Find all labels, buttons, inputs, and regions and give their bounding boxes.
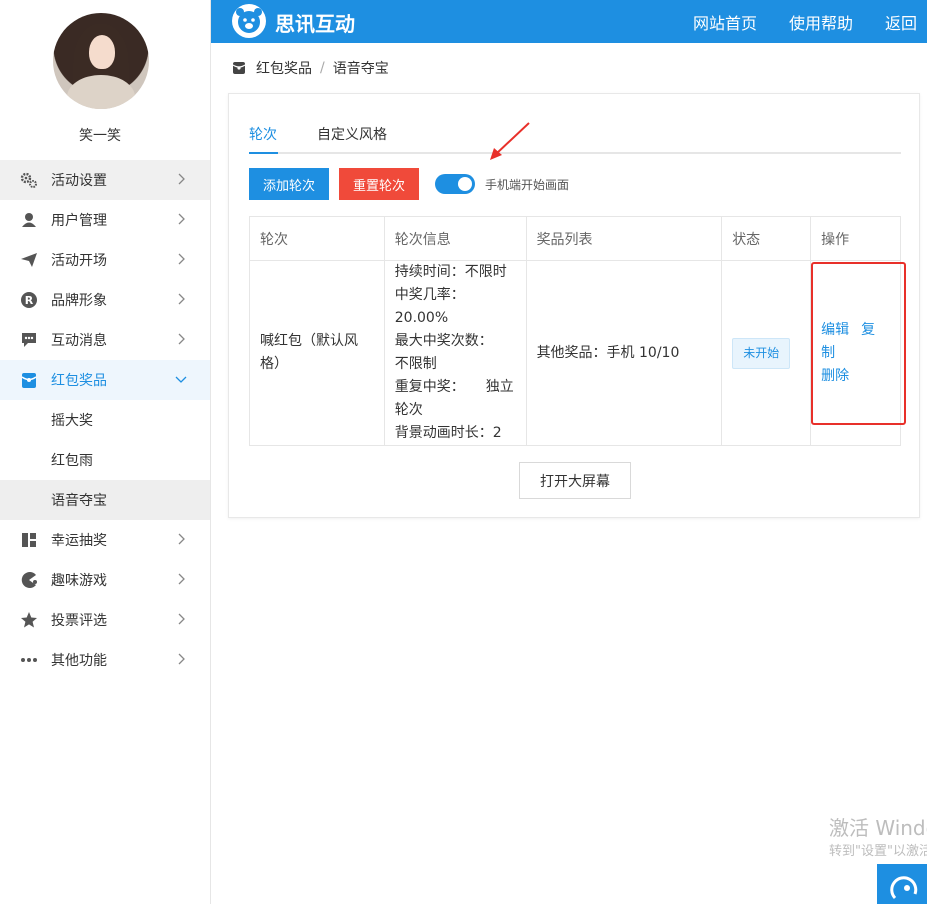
star-icon <box>20 611 38 629</box>
column-header: 操作 <box>810 216 901 261</box>
sidebar-item-activity-settings[interactable]: 活动设置 <box>0 160 210 200</box>
column-header: 轮次 <box>249 216 385 261</box>
headset-icon <box>890 876 918 900</box>
user-icon <box>20 211 38 229</box>
add-round-button[interactable]: 添加轮次 <box>249 168 329 200</box>
chevron-right-icon <box>178 533 185 545</box>
bear-logo-icon[interactable] <box>231 3 267 39</box>
sidebar-item-label: 活动设置 <box>51 173 107 189</box>
breadcrumb-current: 语音夺宝 <box>332 61 389 77</box>
gift-icon <box>20 531 38 549</box>
sidebar: 笑一笑 活动设置 用户管理 活动开场 R 品牌形象 互动消息 红包奖品 摇大奖 … <box>0 0 211 904</box>
chevron-right-icon <box>178 293 185 305</box>
watermark-subtitle: 转到"设置"以激活 Windows。 <box>829 844 927 859</box>
sidebar-item-label: 互动消息 <box>51 333 107 349</box>
sidebar-item-activity-opening[interactable]: 活动开场 <box>0 240 210 280</box>
nav-back-link[interactable]: 返回 <box>885 10 917 34</box>
sidebar-subitem-label: 语音夺宝 <box>51 493 107 509</box>
sidebar-item-lucky-draw[interactable]: 幸运抽奖 <box>0 520 210 560</box>
sidebar-subitem-label: 红包雨 <box>51 453 93 469</box>
round-info-line: 持续时间：不限时 <box>394 264 507 280</box>
sidebar-item-user-management[interactable]: 用户管理 <box>0 200 210 240</box>
prize-list-cell: 其他奖品：手机 10/10 <box>525 260 723 446</box>
chat-bubble-icon <box>20 331 38 349</box>
sidebar-item-label: 活动开场 <box>51 253 107 269</box>
chevron-down-icon <box>175 376 187 383</box>
round-name-cell: 喊红包（默认风格） <box>249 260 385 446</box>
sidebar-item-label: 红包奖品 <box>51 373 107 389</box>
red-envelope-icon <box>232 62 246 74</box>
watermark-title: 激活 Windows <box>829 816 927 840</box>
tab-custom-style[interactable]: 自定义风格 <box>317 124 387 144</box>
more-dots-icon <box>20 651 38 669</box>
svg-text:R: R <box>25 294 34 307</box>
toggle-label: 手机端开始画面 <box>485 178 570 192</box>
open-big-screen-button[interactable]: 打开大屏幕 <box>519 462 631 499</box>
tab-bar: 轮次 自定义风格 <box>249 124 901 154</box>
sidebar-subitem-label: 摇大奖 <box>51 413 93 429</box>
sidebar-item-fun-games[interactable]: 趣味游戏 <box>0 560 210 600</box>
toggle-knob <box>458 177 472 191</box>
sidebar-item-red-envelope-prizes[interactable]: 红包奖品 <box>0 360 210 400</box>
sidebar-item-label: 品牌形象 <box>51 293 107 309</box>
table-row: 喊红包（默认风格） 持续时间：不限时 中奖几率：20.00% 最大中奖次数： 不… <box>249 260 901 446</box>
mobile-start-screen-toggle[interactable] <box>435 174 475 194</box>
chevron-right-icon <box>178 253 185 265</box>
sidebar-subitem-shake-prize[interactable]: 摇大奖 <box>0 400 210 440</box>
breadcrumb-separator: / <box>320 60 325 76</box>
gears-icon <box>20 171 38 189</box>
status-badge: 未开始 <box>732 337 791 369</box>
windows-watermark: 激活 Windows 转到"设置"以激活 Windows。 <box>820 800 927 870</box>
sidebar-item-voting[interactable]: 投票评选 <box>0 600 210 640</box>
sidebar-item-brand-image[interactable]: R 品牌形象 <box>0 280 210 320</box>
tab-rounds[interactable]: 轮次 <box>249 124 277 144</box>
column-header: 轮次信息 <box>383 216 527 261</box>
breadcrumb-parent[interactable]: 红包奖品 <box>256 58 312 78</box>
chevron-right-icon <box>178 613 185 625</box>
nav-home-link[interactable]: 网站首页 <box>693 10 757 34</box>
sidebar-item-label: 其他功能 <box>51 653 107 669</box>
nav-help-link[interactable]: 使用帮助 <box>789 10 853 34</box>
round-info-line: 中奖几率：20.00% <box>394 287 465 326</box>
column-header: 奖品列表 <box>525 216 723 261</box>
registered-icon: R <box>20 291 38 309</box>
round-info-line: 背景动画时长：2 <box>394 425 502 441</box>
sidebar-subitem-red-envelope-rain[interactable]: 红包雨 <box>0 440 210 480</box>
chevron-right-icon <box>178 173 185 185</box>
sidebar-item-label: 用户管理 <box>51 213 107 229</box>
sidebar-item-label: 趣味游戏 <box>51 573 107 589</box>
sidebar-menu: 活动设置 用户管理 活动开场 R 品牌形象 互动消息 红包奖品 摇大奖 红包雨 … <box>0 160 210 680</box>
sidebar-subitem-voice-treasure[interactable]: 语音夺宝 <box>0 480 210 520</box>
reset-round-button[interactable]: 重置轮次 <box>339 168 419 200</box>
status-cell: 未开始 <box>721 260 812 446</box>
breadcrumb: 红包奖品 / 语音夺宝 <box>232 58 389 78</box>
red-envelope-icon <box>20 371 38 389</box>
chevron-right-icon <box>178 653 185 665</box>
round-info-line: 重复中奖： 独立轮次 <box>394 379 514 418</box>
customer-service-button[interactable] <box>877 864 927 904</box>
column-header: 状态 <box>721 216 812 261</box>
rounds-table: 轮次 轮次信息 奖品列表 状态 操作 喊红包（默认风格） 持续时间：不限时 中奖… <box>249 216 901 446</box>
top-header: 思讯互动 网站首页 使用帮助 返回 <box>211 0 927 43</box>
sidebar-item-interactive-messages[interactable]: 互动消息 <box>0 320 210 360</box>
round-info-cell: 持续时间：不限时 中奖几率：20.00% 最大中奖次数： 不限制 重复中奖： 独… <box>383 260 527 446</box>
annotation-arrow-icon <box>490 122 530 160</box>
annotation-highlight-box <box>811 262 906 425</box>
round-info-line: 最大中奖次数： 不限制 <box>394 333 514 372</box>
table-header-row: 轮次 轮次信息 奖品列表 状态 操作 <box>249 216 901 261</box>
chevron-right-icon <box>178 333 185 345</box>
paper-plane-icon <box>20 251 38 269</box>
sidebar-item-label: 幸运抽奖 <box>51 533 107 549</box>
active-tab-indicator <box>249 152 278 154</box>
game-icon <box>20 571 38 589</box>
avatar[interactable] <box>53 13 149 109</box>
sidebar-item-label: 投票评选 <box>51 613 107 629</box>
chevron-right-icon <box>178 213 185 225</box>
username: 笑一笑 <box>79 128 121 144</box>
brand-name[interactable]: 思讯互动 <box>275 8 355 37</box>
sidebar-item-other-functions[interactable]: 其他功能 <box>0 640 210 680</box>
chevron-right-icon <box>178 573 185 585</box>
